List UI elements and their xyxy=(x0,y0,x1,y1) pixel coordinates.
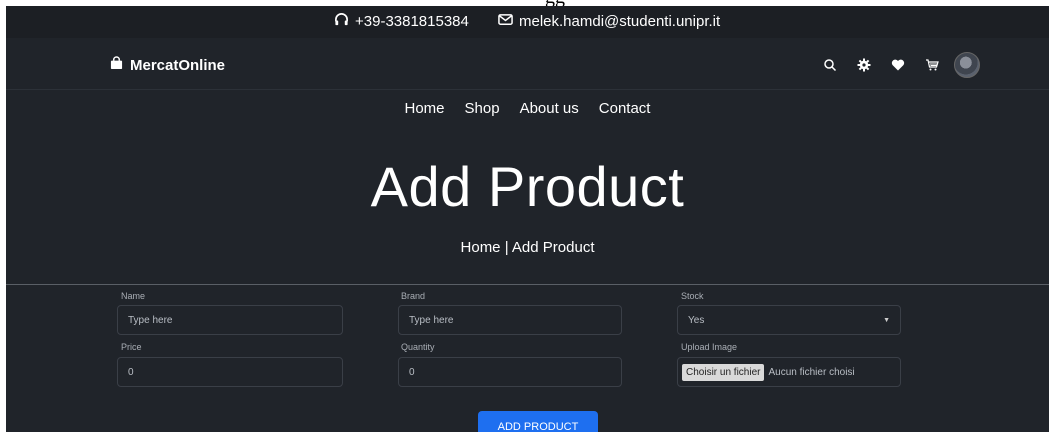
quantity-field[interactable]: 0 xyxy=(398,357,622,387)
page: +39-3381815384 melek.hamdi@studenti.unip… xyxy=(6,6,1049,432)
price-value: 0 xyxy=(128,366,134,378)
price-label: Price xyxy=(121,342,142,352)
brand-name: MercatOnline xyxy=(130,56,226,74)
contact-email[interactable]: melek.hamdi@studenti.unipr.it xyxy=(498,12,720,31)
breadcrumb-text[interactable]: Home | Add Product xyxy=(461,239,595,256)
quantity-label: Quantity xyxy=(401,342,435,352)
name-label: Name xyxy=(121,291,146,301)
main-nav: Home Shop About us Contact xyxy=(6,100,1049,117)
stock-label: Stock xyxy=(681,291,704,301)
nav-shop[interactable]: Shop xyxy=(465,100,500,117)
envelope-icon xyxy=(498,12,513,31)
heart-icon[interactable] xyxy=(886,53,910,77)
contact-phone[interactable]: +39-3381815384 xyxy=(334,12,469,31)
cart-icon[interactable] xyxy=(920,53,944,77)
name-placeholder: Type here xyxy=(128,314,173,326)
caret-down-icon: ▼ xyxy=(883,316,890,324)
brand-field[interactable]: Type here xyxy=(398,305,622,335)
upload-image-label: Upload Image xyxy=(681,342,738,352)
add-product-button[interactable]: ADD PRODUCT xyxy=(478,411,598,432)
headphones-icon xyxy=(334,12,349,31)
breadcrumb: Home | Add Product xyxy=(6,239,1049,256)
nav-home[interactable]: Home xyxy=(405,100,445,117)
page-title: Add Product xyxy=(370,155,685,218)
nav-contact[interactable]: Contact xyxy=(599,100,651,117)
brand-label: Brand xyxy=(401,291,426,301)
contact-bar: +39-3381815384 melek.hamdi@studenti.unip… xyxy=(6,6,1049,38)
phone-number: +39-3381815384 xyxy=(355,13,469,30)
stock-select[interactable]: Yes ▼ xyxy=(677,305,901,335)
divider xyxy=(6,284,1049,285)
file-status: Aucun fichier choisi xyxy=(768,366,855,378)
header: MercatOnline xyxy=(6,38,1049,90)
nav-about-us[interactable]: About us xyxy=(520,100,579,117)
name-field[interactable]: Type here xyxy=(117,305,343,335)
search-icon[interactable] xyxy=(818,53,842,77)
header-icons xyxy=(818,52,980,78)
avatar[interactable] xyxy=(954,52,980,78)
stock-value: Yes xyxy=(688,314,705,326)
email-address: melek.hamdi@studenti.unipr.it xyxy=(519,13,721,30)
shopping-bag-icon xyxy=(110,56,123,74)
upload-image-field[interactable]: Choisir un fichier Aucun fichier choisi xyxy=(677,357,901,387)
quantity-value: 0 xyxy=(409,366,415,378)
brand-logo[interactable]: MercatOnline xyxy=(110,56,225,74)
gear-icon[interactable] xyxy=(852,53,876,77)
choose-file-button[interactable]: Choisir un fichier xyxy=(682,363,765,381)
price-field[interactable]: 0 xyxy=(117,357,343,387)
brand-placeholder: Type here xyxy=(409,314,454,326)
